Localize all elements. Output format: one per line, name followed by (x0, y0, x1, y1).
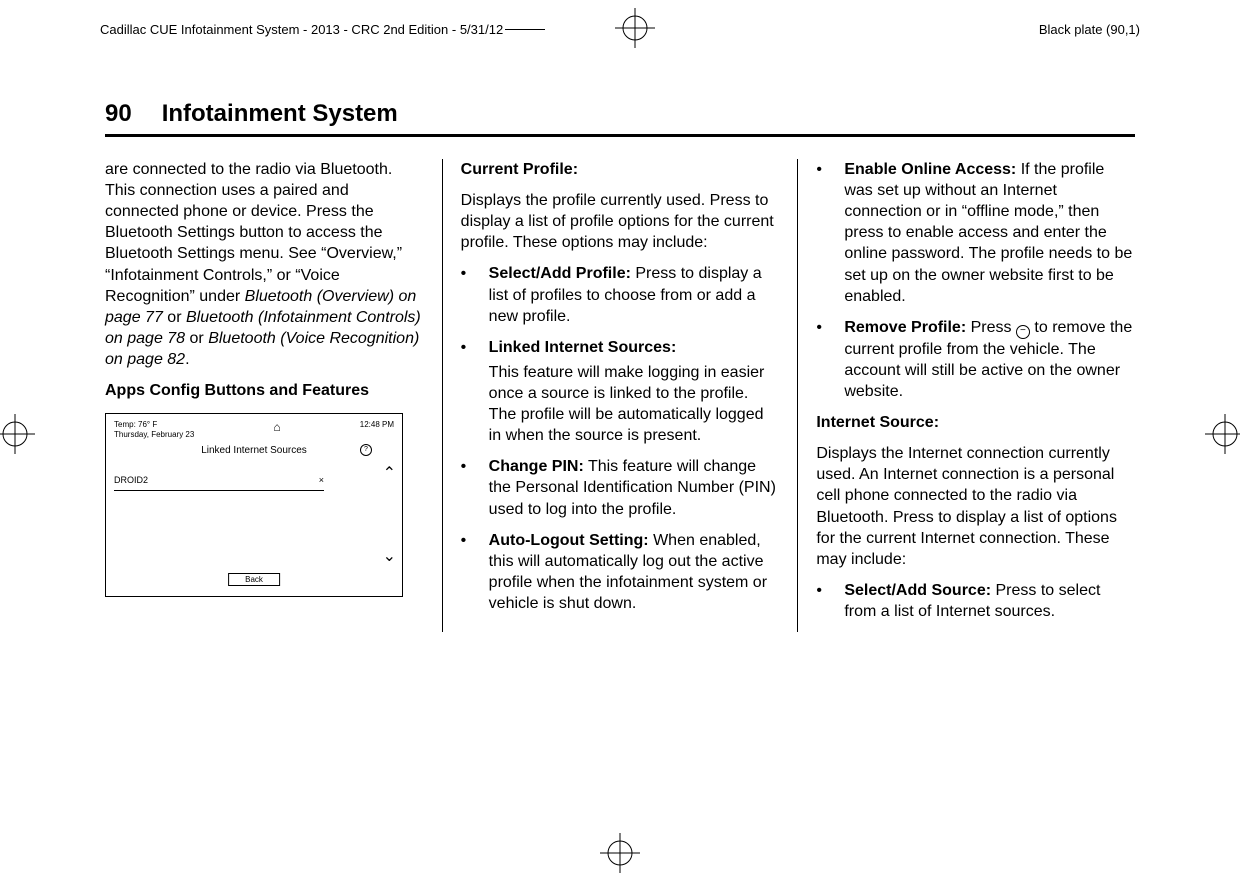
crop-mark-bottom (600, 833, 640, 873)
bullet-title: Auto-Logout Setting: (489, 532, 649, 549)
linked-internet-sources-screenshot: Temp: 76° F Thursday, February 23 ⌂ 12:4… (105, 413, 403, 597)
current-profile-desc: Displays the profile currently used. Pre… (461, 190, 780, 253)
bullet-title: Enable Online Access: (844, 161, 1016, 178)
column-1: are connected to the radio via Bluetooth… (105, 159, 442, 632)
column-2: Current Profile: Displays the profile cu… (442, 159, 799, 632)
column-3: Enable Online Access: If the profile was… (798, 159, 1135, 632)
bullet-select-add-profile: Select/Add Profile: Press to display a l… (461, 263, 780, 326)
internet-source-heading: Internet Source: (816, 412, 1135, 433)
doc-info: Cadillac CUE Infotainment System - 2013 … (100, 22, 503, 37)
bullet-enable-online-access: Enable Online Access: If the profile was… (816, 159, 1135, 307)
plate-info: Black plate (90,1) (1039, 22, 1140, 37)
minus-circle-icon: − (1016, 325, 1030, 339)
bullet-change-pin: Change PIN: This feature will change the… (461, 456, 780, 519)
col1-para: are connected to the radio via Bluetooth… (105, 159, 424, 370)
text: are connected to the radio via Bluetooth… (105, 161, 402, 305)
home-icon: ⌂ (273, 420, 280, 434)
crop-mark-right (1205, 414, 1240, 454)
chevron-up-icon: ⌃ (383, 464, 396, 483)
mock-time: 12:48 PM (360, 420, 394, 430)
bullet-remove-profile: Remove Profile: Press − to remove the cu… (816, 317, 1135, 402)
mock-date: Thursday, February 23 (114, 430, 194, 440)
mock-temp: Temp: 76° F (114, 420, 194, 430)
page-body: 90 Infotainment System are connected to … (105, 100, 1135, 808)
bullet-text: This feature will make logging in easier… (489, 362, 780, 446)
bullet-title: Change PIN: (489, 458, 584, 475)
text: . (185, 351, 189, 368)
page-number: 90 (105, 100, 132, 128)
print-header: Cadillac CUE Infotainment System - 2013 … (100, 22, 1140, 37)
bullet-text: If the profile was set up without an Int… (844, 161, 1132, 305)
bullet-text: Press (966, 319, 1016, 336)
apps-config-heading: Apps Config Buttons and Features (105, 380, 424, 401)
text: or (163, 309, 186, 326)
bullet-title: Linked Internet Sources: (489, 339, 677, 356)
mock-title: Linked Internet Sources (201, 445, 307, 457)
bullet-title: Select/Add Profile: (489, 265, 631, 282)
bullet-title: Remove Profile: (844, 319, 966, 336)
current-profile-heading: Current Profile: (461, 159, 780, 180)
mock-row-label: DROID2 (114, 475, 148, 486)
bullet-auto-logout: Auto-Logout Setting: When enabled, this … (461, 530, 780, 614)
running-head: 90 Infotainment System (105, 100, 1135, 128)
text: or (185, 330, 208, 347)
internet-source-desc: Displays the Internet connection current… (816, 443, 1135, 570)
crop-mark-left (0, 414, 35, 454)
close-icon: × (319, 475, 324, 486)
chevron-down-icon: ⌄ (383, 547, 396, 566)
bullet-title: Select/Add Source: (844, 582, 991, 599)
bullet-linked-internet-sources: Linked Internet Sources: This feature wi… (461, 337, 780, 447)
back-button: Back (228, 573, 280, 587)
header-rule (505, 29, 545, 30)
divider (105, 134, 1135, 137)
section-title: Infotainment System (162, 100, 398, 128)
bullet-select-add-source: Select/Add Source: Press to select from … (816, 580, 1135, 622)
